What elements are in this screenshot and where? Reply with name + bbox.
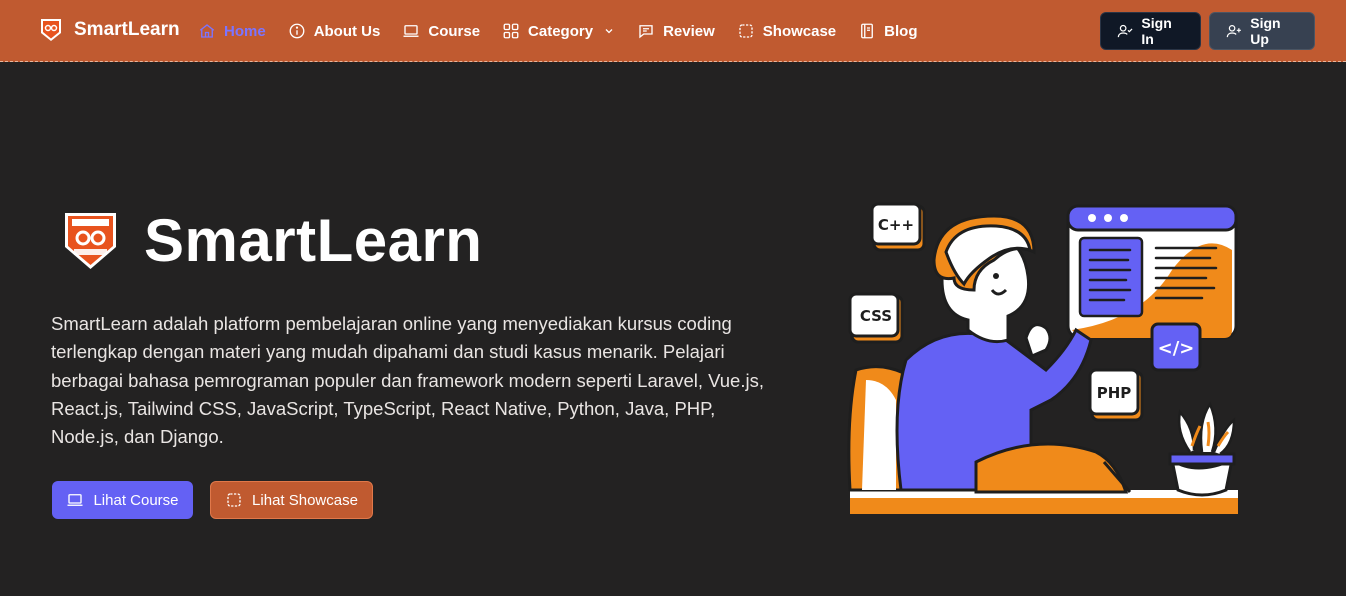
nav-item-label: About Us xyxy=(313,22,381,40)
sign-up-label: Sign Up xyxy=(1250,15,1281,47)
nav-item-blog[interactable]: Blog xyxy=(858,22,917,40)
nav-item-label: Showcase xyxy=(762,22,837,40)
chevron-down-icon xyxy=(605,29,613,34)
book-icon xyxy=(858,22,876,40)
css-tag: CSS xyxy=(860,307,892,325)
grid-icon xyxy=(502,22,520,40)
brand-name: SmartLearn xyxy=(74,19,180,40)
nav-item-category[interactable]: Category xyxy=(502,22,615,40)
home-icon xyxy=(198,22,216,40)
nav-item-label: Course xyxy=(428,22,481,40)
main-nav: Home About Us Course Category Review Sho… xyxy=(198,0,917,62)
view-showcase-label: Lihat Showcase xyxy=(252,491,358,509)
showcase-icon xyxy=(737,22,755,40)
cpp-tag: C++ xyxy=(878,216,914,234)
nav-item-label: Review xyxy=(663,22,715,40)
chat-icon xyxy=(637,22,655,40)
nav-item-label: Home xyxy=(224,22,266,40)
nav-item-review[interactable]: Review xyxy=(637,22,715,40)
svg-text:</>: </> xyxy=(1158,338,1195,359)
sign-up-button[interactable]: Sign Up xyxy=(1209,12,1315,50)
view-course-label: Lihat Course xyxy=(93,491,179,509)
brand-logo xyxy=(41,19,61,41)
sign-in-label: Sign In xyxy=(1141,15,1172,47)
nav-item-showcase[interactable]: Showcase xyxy=(737,22,836,40)
brand[interactable]: SmartLearn xyxy=(40,18,180,42)
hero-title: SmartLearn xyxy=(144,207,483,274)
user-check-icon xyxy=(1117,24,1133,38)
hero-illustration: </> C++ CSS PHP xyxy=(847,202,1238,514)
view-course-button[interactable]: Lihat Course xyxy=(52,481,193,519)
info-icon xyxy=(288,22,306,40)
laptop-icon xyxy=(402,22,420,40)
showcase-icon xyxy=(227,493,241,507)
laptop-icon xyxy=(67,494,83,506)
school-logo xyxy=(65,212,116,269)
sign-in-button[interactable]: Sign In xyxy=(1100,12,1201,50)
hero-title-row: SmartLearn xyxy=(64,206,482,275)
user-plus-icon xyxy=(1226,24,1241,38)
navbar: SmartLearn Home About Us Course Category xyxy=(0,0,1346,62)
nav-item-label: Blog xyxy=(884,22,918,40)
auth-buttons: Sign In Sign Up xyxy=(1100,12,1315,50)
nav-item-home[interactable]: Home xyxy=(198,22,266,40)
php-tag: PHP xyxy=(1097,384,1132,402)
nav-item-course[interactable]: Course xyxy=(402,22,480,40)
hero-description: SmartLearn adalah platform pembelajaran … xyxy=(51,313,764,448)
nav-item-label: Category xyxy=(528,22,594,40)
nav-item-about-us[interactable]: About Us xyxy=(288,22,381,40)
view-showcase-button[interactable]: Lihat Showcase xyxy=(210,481,373,519)
